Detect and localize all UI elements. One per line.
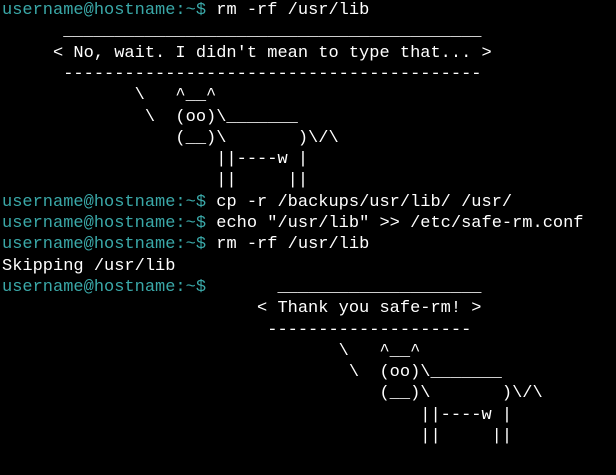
shell-prompt: username@hostname:~$ [2,235,207,255]
output-line: \ (oo)\_______ [2,107,298,128]
output-text: < Thank you safe-rm! > [2,299,482,319]
output-text: < No, wait. I didn't mean to type that..… [2,43,492,63]
output-line: (__)\ )\/\ [2,383,543,404]
output-line: ||----w | [2,149,308,170]
prompt-line: username@hostname:~$ cp -r /backups/usr/… [2,192,512,213]
output-line: < No, wait. I didn't mean to type that..… [2,43,492,64]
output-text: (__)\ )\/\ [2,384,543,404]
command-text: cp -r /backups/usr/lib/ /usr/ [206,192,513,212]
output-text: \ (oo)\_______ [2,363,502,383]
output-line: ________________________________________… [2,21,481,42]
shell-prompt: username@hostname:~$ [2,277,207,297]
output-line: \ ^__^ [2,341,421,362]
output-text: ||----w | [2,150,309,170]
shell-prompt: username@hostname:~$ [2,1,207,20]
output-line: || || [2,426,512,447]
output-line: \ ^__^ [2,85,217,106]
terminal-window[interactable]: username@hostname:~$ rm -rf /usr/lib ___… [2,0,614,475]
command-text: echo "/usr/lib" >> /etc/safe-rm.conf [206,214,584,233]
output-line: \ (oo)\_______ [2,362,502,383]
output-text: \ ^__^ [2,341,421,361]
output-text: \ ^__^ [2,86,217,106]
output-text: (__)\ )\/\ [2,128,339,148]
output-text: -------------------- [2,320,472,340]
output-line: || || [2,170,308,191]
output-text: ----------------------------------------… [2,64,482,84]
shell-prompt: username@hostname:~$ [2,192,207,212]
output-text: || || [2,171,309,191]
shell-prompt: username@hostname:~$ [2,214,207,233]
command-text: rm -rf /usr/lib [206,235,370,255]
output-text: || || [2,427,513,446]
output-line: Skipping /usr/lib [2,256,175,277]
output-line: (__)\ )\/\ [2,128,339,149]
command-text: ____________________ [206,277,482,297]
output-text: ||----w | [2,405,513,425]
command-text: rm -rf /usr/lib [206,1,370,20]
prompt-line: username@hostname:~$ ___________________… [2,277,482,298]
output-text: \ (oo)\_______ [2,107,298,127]
output-line: ||----w | [2,405,512,426]
prompt-line: username@hostname:~$ echo "/usr/lib" >> … [2,213,584,234]
output-line: -------------------- [2,320,471,341]
prompt-line: username@hostname:~$ rm -rf /usr/lib [2,0,369,21]
output-text: ________________________________________… [2,22,482,42]
output-line: ----------------------------------------… [2,64,481,85]
output-line: < Thank you safe-rm! > [2,298,481,319]
output-text: Skipping /usr/lib [2,256,176,276]
prompt-line: username@hostname:~$ rm -rf /usr/lib [2,234,369,255]
